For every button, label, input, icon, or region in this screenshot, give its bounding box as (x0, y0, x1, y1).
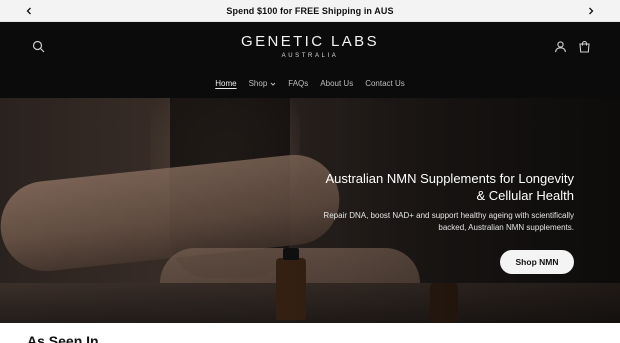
chevron-right-icon (589, 7, 594, 15)
main-nav: Home Shop FAQs About Us Contact Us (0, 79, 620, 88)
chevron-left-icon (26, 7, 31, 15)
logo-sub-text: AUSTRALIA (281, 53, 339, 59)
chevron-down-icon (270, 82, 276, 86)
as-seen-in-heading: As Seen In (27, 333, 99, 343)
announcement-bar: Spend $100 for FREE Shipping in AUS (0, 0, 620, 22)
cart-icon (578, 40, 590, 53)
shop-nmn-button[interactable]: Shop NMN (500, 250, 574, 274)
announcement-prev-button[interactable] (22, 4, 36, 18)
user-icon (554, 40, 566, 52)
nav-item-about-us[interactable]: About Us (314, 79, 359, 88)
nav-item-shop[interactable]: Shop (243, 79, 283, 88)
hero-banner: Australian NMN Supplements for Longevity… (0, 98, 620, 323)
logo-main-text: GENETIC LABS (241, 33, 379, 50)
cart-button[interactable] (575, 37, 593, 55)
nav-item-home[interactable]: Home (209, 79, 242, 88)
nav-item-label: FAQs (288, 79, 309, 88)
nav-item-faqs[interactable]: FAQs (282, 79, 314, 88)
nav-item-contact-us[interactable]: Contact Us (359, 79, 411, 88)
hero-title: Australian NMN Supplements for Longevity… (325, 171, 574, 203)
nav-item-label: Home (215, 79, 237, 88)
site-header: GENETIC LABS AUSTRALIA Home Shop FAQs Ab… (0, 22, 620, 98)
account-button[interactable] (551, 37, 569, 55)
site-logo[interactable]: GENETIC LABS AUSTRALIA (0, 33, 620, 59)
nav-item-label: About Us (320, 79, 354, 88)
announcement-next-button[interactable] (584, 4, 598, 18)
announcement-text: Spend $100 for FREE Shipping in AUS (226, 5, 394, 16)
hero-subtitle: Repair DNA, boost NAD+ and support healt… (323, 211, 574, 232)
nav-item-label: Shop (248, 79, 268, 88)
nav-item-label: Contact Us (365, 79, 405, 88)
